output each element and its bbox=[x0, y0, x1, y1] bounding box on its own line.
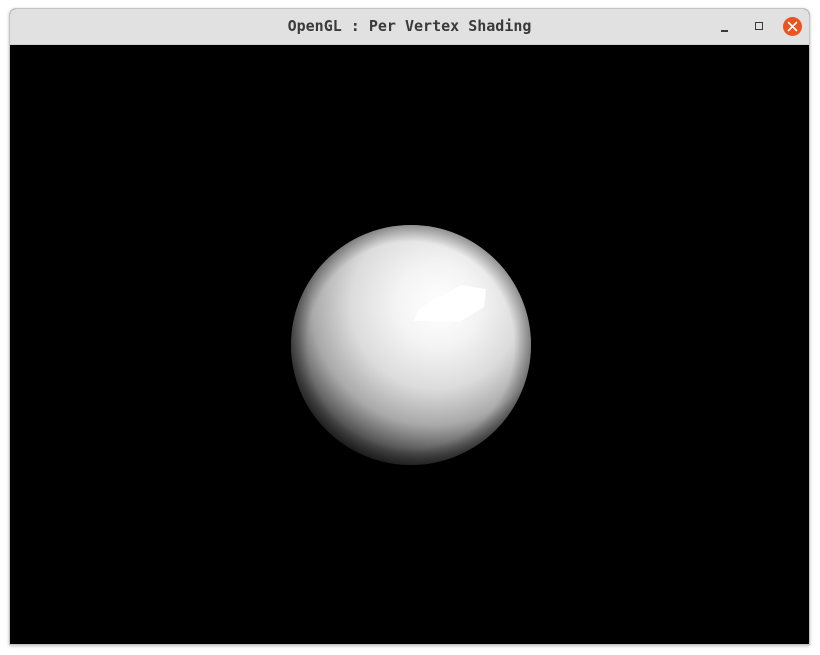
close-icon bbox=[787, 21, 798, 32]
minimize-button[interactable] bbox=[715, 17, 735, 37]
opengl-viewport[interactable] bbox=[10, 45, 809, 644]
sphere bbox=[291, 225, 531, 465]
render-canvas bbox=[10, 45, 809, 644]
title-bar[interactable]: OpenGL : Per Vertex Shading bbox=[10, 9, 809, 45]
window-title: OpenGL : Per Vertex Shading bbox=[287, 17, 532, 35]
close-button[interactable] bbox=[782, 17, 802, 37]
app-window: OpenGL : Per Vertex Shading bbox=[9, 8, 810, 645]
maximize-button[interactable] bbox=[749, 17, 769, 37]
